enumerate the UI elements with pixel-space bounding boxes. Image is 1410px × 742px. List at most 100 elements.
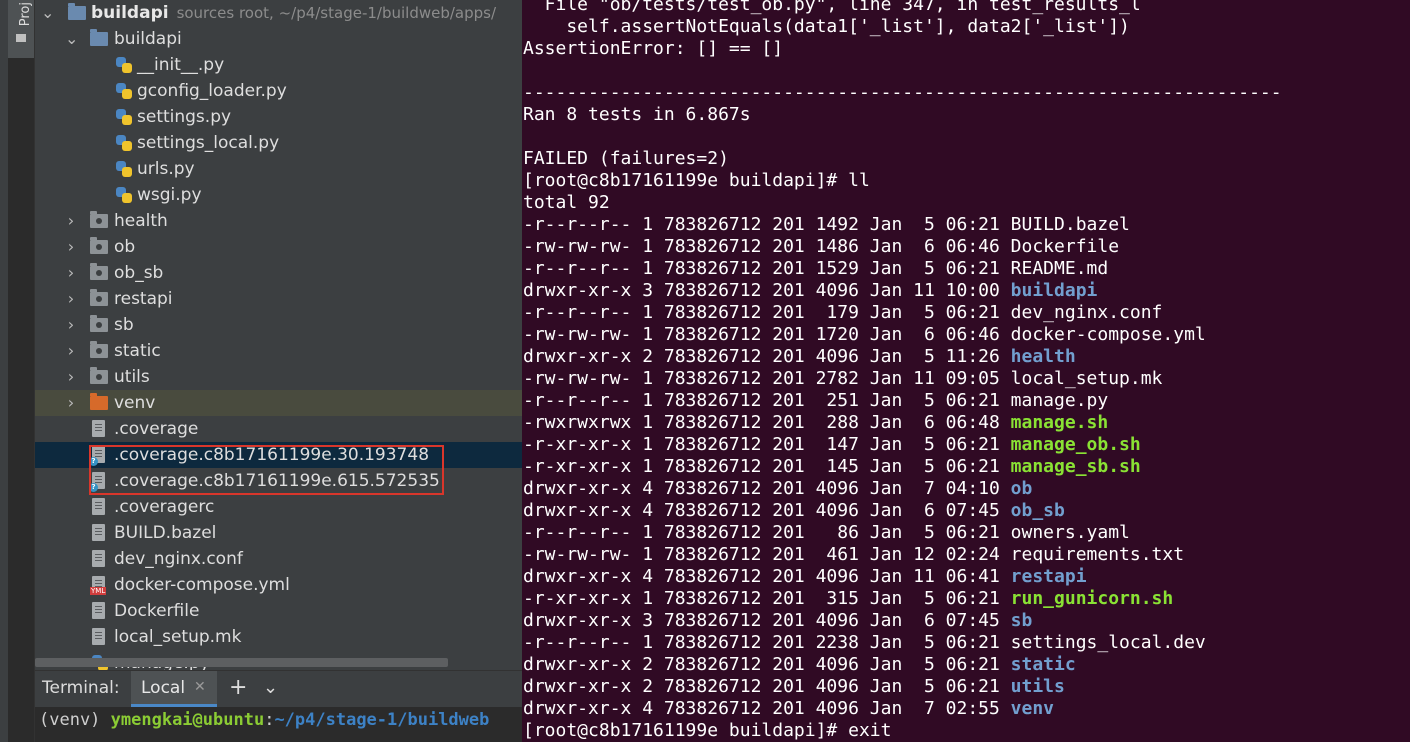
- executable-name: manage_sb.sh: [1010, 456, 1141, 477]
- terminal-line: AssertionError: [] == []: [523, 38, 784, 59]
- terminal-line: drwxr-xr-x 4 783826712 201 4096 Jan 6 07…: [523, 500, 1065, 521]
- tree-item[interactable]: wsgi.py: [35, 182, 522, 208]
- tree-item[interactable]: gconfig_loader.py: [35, 78, 522, 104]
- tree-root-row[interactable]: ⌄ buildapi sources root, ~/p4/stage-1/bui…: [35, 0, 522, 26]
- external-terminal[interactable]: File "ob/tests/test_ob.py", line 347, in…: [522, 0, 1410, 742]
- tree-item[interactable]: Dockerfile: [35, 598, 522, 624]
- tree-item[interactable]: settings.py: [35, 104, 522, 130]
- project-tool-tab-label: Proj: [18, 2, 33, 27]
- terminal-line: -rw-rw-rw- 1 783826712 201 2782 Jan 11 0…: [523, 368, 1163, 389]
- chevron-down-icon[interactable]: ⌄: [65, 26, 78, 52]
- chevron-down-icon[interactable]: ⌄: [263, 677, 278, 698]
- tree-item[interactable]: settings_local.py: [35, 130, 522, 156]
- tree-item[interactable]: YML docker-compose.yml: [35, 572, 522, 598]
- folder-icon: [16, 34, 26, 42]
- file-name: dev_nginx.conf: [1010, 302, 1163, 323]
- file-name: README.md: [1010, 258, 1109, 279]
- file-name: local_setup.mk: [1010, 368, 1163, 389]
- tree-item-label: ob: [114, 237, 136, 257]
- file-name: settings_local.dev: [1010, 632, 1206, 653]
- terminal-line: -r--r--r-- 1 783826712 201 1492 Jan 5 06…: [523, 214, 1130, 235]
- tree-item-label: Dockerfile: [114, 601, 200, 621]
- yaml-file-icon: YML: [90, 576, 107, 595]
- python-file-icon: [116, 187, 132, 203]
- tree-item[interactable]: › health: [35, 208, 522, 234]
- tree-item[interactable]: › utils: [35, 364, 522, 390]
- python-file-icon: [116, 161, 132, 177]
- tree-item[interactable]: › ob_sb: [35, 260, 522, 286]
- new-terminal-button[interactable]: +: [229, 675, 247, 700]
- close-icon[interactable]: ✕: [194, 679, 206, 695]
- tree-item[interactable]: › static: [35, 338, 522, 364]
- terminal-line: -rw-rw-rw- 1 783826712 201 1720 Jan 6 06…: [523, 324, 1206, 345]
- chevron-right-icon[interactable]: ›: [65, 234, 77, 260]
- terminal-line: drwxr-xr-x 3 783826712 201 4096 Jan 11 1…: [523, 280, 1098, 301]
- tree-item[interactable]: ⌄ buildapi: [35, 26, 522, 52]
- terminal-line: drwxr-xr-x 2 783826712 201 4096 Jan 5 06…: [523, 654, 1076, 675]
- file-name: owners.yaml: [1010, 522, 1130, 543]
- terminal-line: Ran 8 tests in 6.867s: [523, 104, 751, 125]
- terminal-title: Terminal:: [42, 678, 120, 698]
- tree-item-label: buildapi: [114, 29, 182, 49]
- directory-name: venv: [1010, 698, 1055, 719]
- tree-item-label: docker-compose.yml: [114, 575, 290, 595]
- chevron-right-icon[interactable]: ›: [65, 312, 77, 338]
- ide-terminal-prompt: (venv) ymengkai@ubuntu:~/p4/stage-1/buil…: [39, 710, 490, 730]
- tree-item-label: sb: [114, 315, 134, 335]
- chevron-right-icon[interactable]: ›: [65, 364, 77, 390]
- terminal-line: -r--r--r-- 1 783826712 201 251 Jan 5 06:…: [523, 390, 1109, 411]
- chevron-right-icon[interactable]: ›: [65, 390, 77, 416]
- tree-item-label: .coveragerc: [114, 497, 215, 517]
- terminal-line: -r-xr-xr-x 1 783826712 201 147 Jan 5 06:…: [523, 434, 1141, 455]
- tree-item[interactable]: local_setup.mk: [35, 624, 522, 650]
- tree-item-label: BUILD.bazel: [114, 523, 217, 543]
- package-folder-icon: [90, 237, 108, 254]
- file-name: requirements.txt: [1010, 544, 1185, 565]
- tree-item[interactable]: › ob: [35, 234, 522, 260]
- terminal-line: -rwxrwxrwx 1 783826712 201 288 Jan 6 06:…: [523, 412, 1109, 433]
- tree-item[interactable]: › sb: [35, 312, 522, 338]
- tree-item-label: venv: [114, 393, 156, 413]
- text-file-icon: [92, 628, 105, 645]
- chevron-down-icon[interactable]: ⌄: [41, 0, 54, 26]
- tree-item[interactable]: __init__.py: [35, 52, 522, 78]
- terminal-line: -rw-rw-rw- 1 783826712 201 1486 Jan 6 06…: [523, 236, 1120, 257]
- tree-item[interactable]: .coveragerc: [35, 494, 522, 520]
- terminal-line: -r--r--r-- 1 783826712 201 1529 Jan 5 06…: [523, 258, 1109, 279]
- chevron-right-icon[interactable]: ›: [65, 208, 77, 234]
- tree-item[interactable]: BUILD.bazel: [35, 520, 522, 546]
- chevron-right-icon[interactable]: ›: [65, 338, 77, 364]
- chevron-right-icon[interactable]: ›: [65, 260, 77, 286]
- python-file-icon: [116, 135, 132, 151]
- terminal-line: -r--r--r-- 1 783826712 201 179 Jan 5 06:…: [523, 302, 1163, 323]
- python-file-icon: [116, 109, 132, 125]
- tree-item[interactable]: .coverage: [35, 416, 522, 442]
- terminal-line: -r-xr-xr-x 1 783826712 201 315 Jan 5 06:…: [523, 588, 1174, 609]
- chevron-right-icon[interactable]: ›: [65, 286, 77, 312]
- terminal-line: drwxr-xr-x 2 783826712 201 4096 Jan 5 11…: [523, 346, 1076, 367]
- tree-item-label: urls.py: [137, 159, 195, 179]
- executable-name: run_gunicorn.sh: [1010, 588, 1174, 609]
- horizontal-scrollbar[interactable]: [35, 658, 448, 667]
- tree-item-label: wsgi.py: [137, 185, 202, 205]
- tab-local[interactable]: Local ✕: [131, 671, 217, 707]
- tree-item[interactable]: › restapi: [35, 286, 522, 312]
- ide-terminal[interactable]: (venv) ymengkai@ubuntu:~/p4/stage-1/buil…: [35, 707, 522, 742]
- terminal-line: drwxr-xr-x 3 783826712 201 4096 Jan 6 07…: [523, 610, 1033, 631]
- project-tree[interactable]: ⌄ buildapi sources root, ~/p4/stage-1/bui…: [35, 0, 522, 670]
- terminal-line: [root@c8b17161199e buildapi]# ll: [523, 170, 870, 191]
- tree-item[interactable]: urls.py: [35, 156, 522, 182]
- text-file-icon: [92, 498, 105, 515]
- source-folder-icon: [68, 3, 86, 20]
- source-folder-icon: [90, 29, 108, 46]
- executable-name: manage_ob.sh: [1010, 434, 1141, 455]
- terminal-line: drwxr-xr-x 4 783826712 201 4096 Jan 11 0…: [523, 566, 1087, 587]
- directory-name: ob: [1010, 478, 1033, 499]
- tree-item-label: restapi: [114, 289, 173, 309]
- project-tool-tab[interactable]: Proj: [8, 0, 35, 58]
- highlight-annotation-box: [89, 445, 444, 495]
- tree-item[interactable]: dev_nginx.conf: [35, 546, 522, 572]
- tree-item-label: health: [114, 211, 168, 231]
- python-file-icon: [116, 83, 132, 99]
- tree-item[interactable]: › venv: [35, 390, 522, 416]
